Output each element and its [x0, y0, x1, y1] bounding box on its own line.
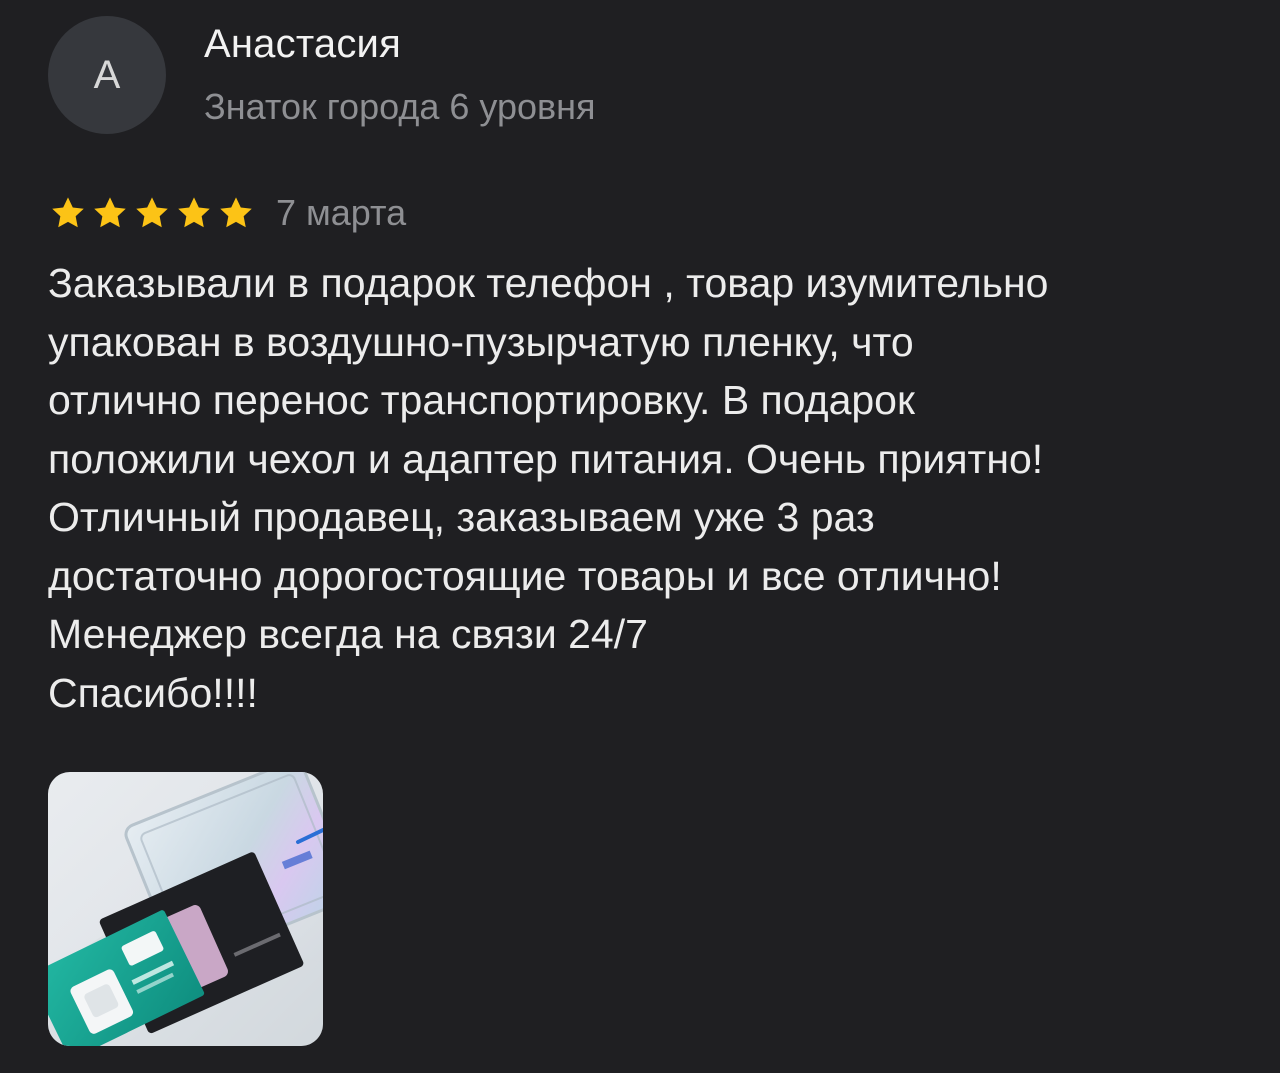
star-icon: [52, 197, 84, 228]
avatar[interactable]: А: [48, 16, 166, 134]
review-text: Заказывали в подарок телефон , товар изу…: [48, 260, 1049, 716]
avatar-initial: А: [93, 52, 121, 97]
star-icon: [178, 197, 210, 228]
review-date: 7 марта: [276, 192, 407, 233]
author-name[interactable]: Анастасия: [204, 22, 401, 67]
star-icon: [136, 197, 168, 228]
review-meta: 7 марта: [50, 188, 406, 238]
author-level: Знаток города 6 уровня: [204, 86, 596, 127]
star-icon: [94, 197, 126, 228]
review-card: А Анастасия Знаток города 6 уровня 7 мар…: [0, 0, 1280, 1073]
rating-stars: [50, 195, 254, 231]
review-photo[interactable]: [48, 772, 323, 1046]
photo-image: [48, 772, 323, 1046]
star-icon: [220, 197, 252, 228]
